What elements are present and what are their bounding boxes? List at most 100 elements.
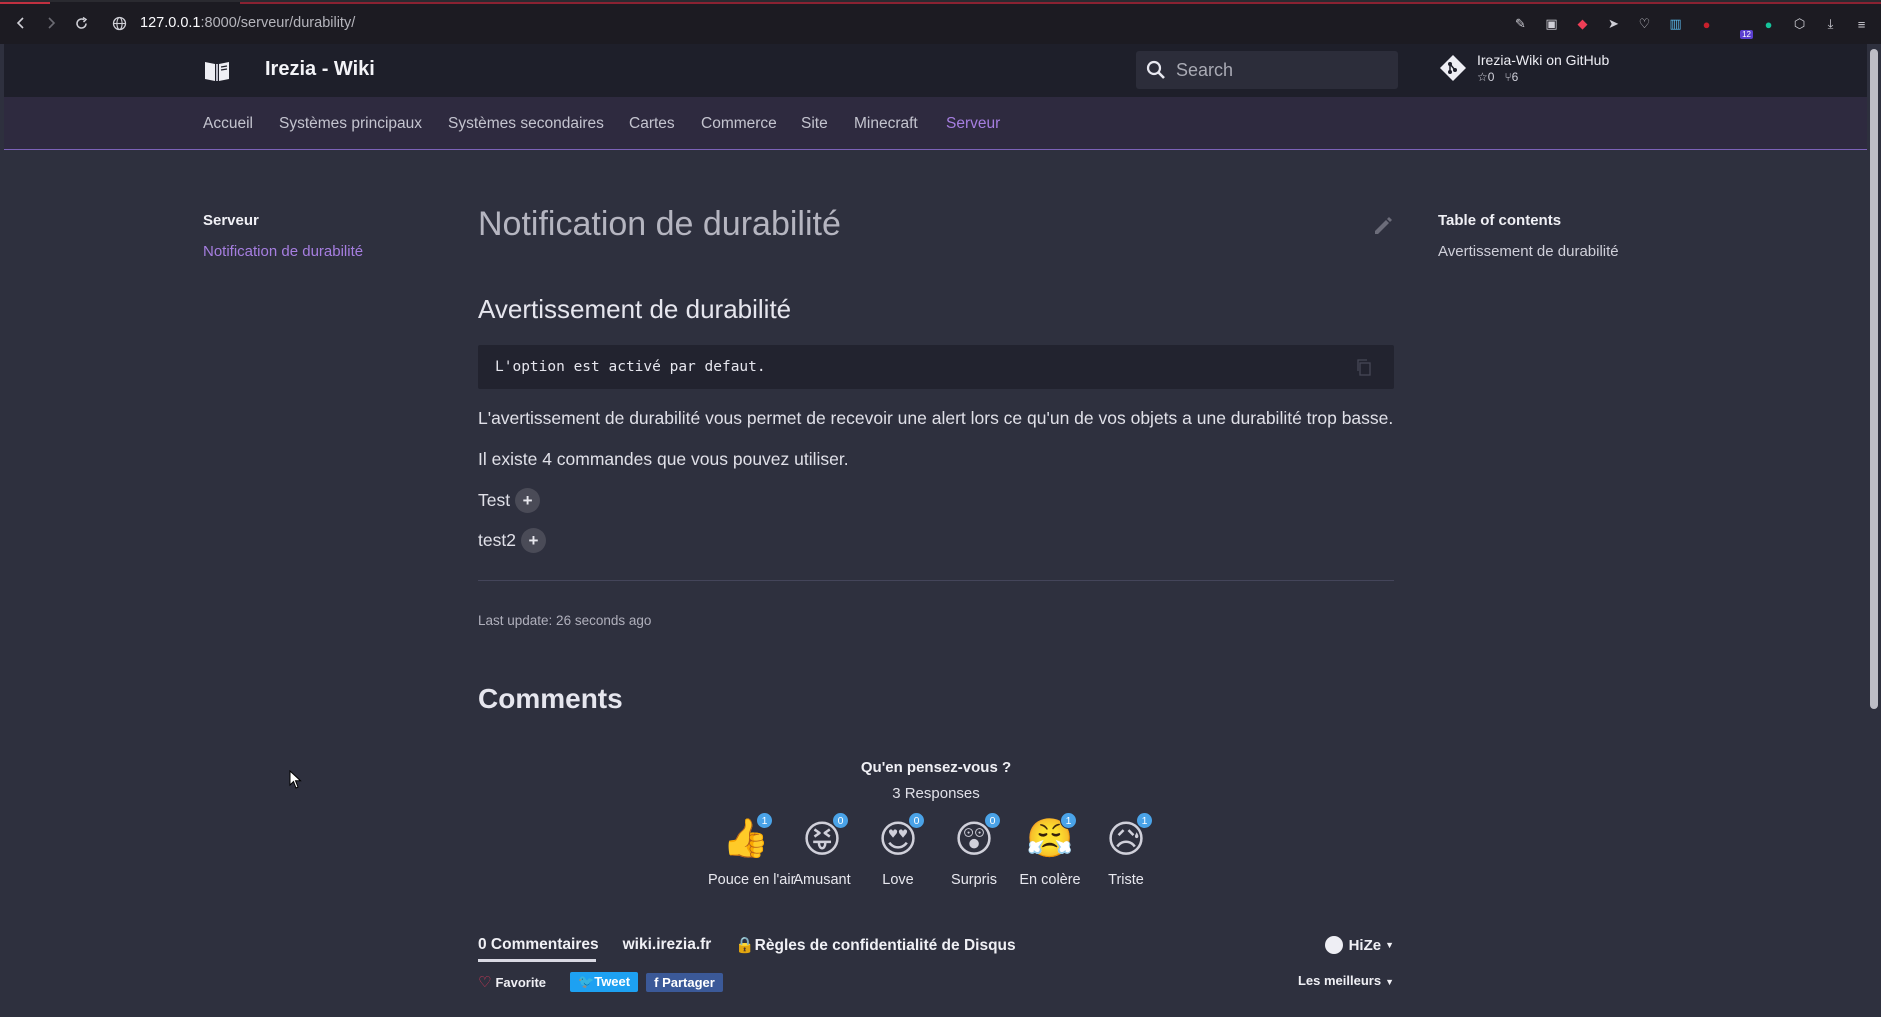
mouse-cursor-icon: [289, 770, 302, 789]
reaction-colere[interactable]: 😤 1 En colère: [1012, 812, 1088, 888]
share-label: Partager: [662, 974, 715, 990]
extension-bars-icon[interactable]: ▥: [1662, 11, 1689, 38]
plus-icon[interactable]: +: [515, 488, 541, 513]
reaction-pouce[interactable]: 👍 1 Pouce en l'air: [708, 812, 796, 888]
reaction-love[interactable]: 😍 0 Love: [860, 812, 936, 888]
tab-cartes[interactable]: Cartes: [629, 115, 675, 133]
repo-name: Irezia-Wiki on GitHub: [1477, 52, 1610, 68]
expandable-test[interactable]: Test +: [478, 488, 1394, 513]
nav-tabs: Accueil Systèmes principaux Systèmes sec…: [4, 97, 1867, 150]
github-repo-link[interactable]: Irezia-Wiki on GitHub ☆0 ⑂6: [1438, 52, 1609, 84]
lock-icon: 🔒: [735, 936, 755, 954]
title-row: Notification de durabilité: [478, 205, 1394, 244]
tab-systemes-secondaires[interactable]: Systèmes secondaires: [448, 115, 604, 133]
reaction-count-badge: 0: [908, 812, 925, 829]
tweet-button[interactable]: 🐦Tweet: [570, 972, 639, 992]
expandable-test2[interactable]: test2 +: [478, 528, 1394, 553]
copy-icon[interactable]: [1356, 359, 1372, 376]
angry-face-icon: 😤 1: [1026, 812, 1077, 862]
sidebar-nav: Serveur Notification de durabilité: [203, 212, 363, 260]
scrollbar-thumb[interactable]: [1870, 49, 1878, 709]
tweet-label: Tweet: [594, 974, 631, 989]
star-count: 0: [1487, 70, 1495, 84]
reaction-count-badge: 1: [1060, 812, 1077, 829]
reload-icon: [75, 16, 87, 29]
tab-serveur[interactable]: Serveur: [946, 115, 1000, 133]
camera-icon[interactable]: ▣: [1538, 11, 1565, 38]
arrow-right-icon: [48, 17, 56, 29]
download-icon[interactable]: ⤓: [1817, 11, 1844, 38]
commands-text: Il existe 4 commandes que vous pouvez ut…: [478, 449, 849, 469]
pencil-icon[interactable]: [1372, 215, 1394, 237]
send-icon[interactable]: ➤: [1600, 11, 1627, 38]
search-box[interactable]: [1136, 51, 1398, 89]
thumbs-up-icon: 👍 1: [722, 812, 773, 862]
forward-button[interactable]: [36, 8, 66, 38]
reaction-label: Amusant: [793, 872, 851, 888]
globe-icon: [106, 10, 132, 36]
chevron-down-icon: ▼: [1385, 977, 1394, 987]
privacy-label: Règles de confidentialité de Disqus: [754, 936, 1016, 954]
sad-face-icon: 😥 1: [1103, 812, 1153, 862]
toolbar-icons: ✎ ▣ ◆ ➤ ♡ ▥ ● 12 ● ⬡ ⤓ ≡: [1507, 2, 1881, 46]
url-bar[interactable]: 127.0.0.1:8000/serveur/durability/: [106, 8, 355, 38]
sidebar-item-durabilite[interactable]: Notification de durabilité: [203, 243, 363, 260]
main-content: Notification de durabilité Avertissement…: [478, 205, 1394, 992]
reaction-count-badge: 1: [1136, 812, 1153, 829]
ublock-icon[interactable]: ●: [1693, 11, 1720, 38]
arrow-left-icon: [16, 17, 24, 29]
scrollbar[interactable]: [1867, 44, 1881, 1017]
url-path: :8000/serveur/durability/: [200, 15, 356, 31]
edit-screenshot-icon[interactable]: ✎: [1507, 11, 1534, 38]
grammar-extension-icon[interactable]: ●: [1755, 11, 1782, 38]
user-menu[interactable]: HiZe ▼: [1324, 935, 1394, 955]
share-button[interactable]: f Partager: [646, 972, 723, 992]
chat-bubble-icon: [1324, 936, 1343, 954]
favorite-button[interactable]: ♡ Favorite: [478, 973, 546, 991]
page-title: Notification de durabilité: [478, 205, 841, 243]
heart-eyes-icon: 😍 0: [875, 812, 925, 862]
last-update: Last update: 26 seconds ago: [478, 613, 652, 628]
pocket-icon[interactable]: ◆: [1569, 11, 1596, 38]
favorite-label: Favorite: [495, 974, 547, 990]
cube-icon[interactable]: ⬡: [1786, 11, 1813, 38]
tab-site[interactable]: Site: [801, 115, 828, 133]
reaction-surpris[interactable]: 😲 0 Surpris: [936, 812, 1012, 888]
menu-icon[interactable]: ≡: [1848, 11, 1875, 38]
sort-dropdown[interactable]: Les meilleurs ▼: [1298, 973, 1394, 988]
tab-comments[interactable]: 0 Commentaires: [478, 936, 599, 954]
search-input[interactable]: [1176, 59, 1376, 81]
tab-accueil[interactable]: Accueil: [203, 115, 253, 133]
tab-systemes-principaux[interactable]: Systèmes principaux: [279, 115, 422, 133]
reaction-amusant[interactable]: 😝 0 Amusant: [784, 812, 860, 888]
reaction-count-badge: 0: [832, 812, 849, 829]
heart-icon[interactable]: ♡: [1631, 11, 1658, 38]
facebook-icon: f: [654, 974, 663, 990]
reaction-label: Love: [882, 872, 914, 888]
plus-icon[interactable]: +: [520, 528, 546, 553]
tab-site-community[interactable]: wiki.irezia.fr: [623, 936, 712, 954]
star-icon: ☆: [1477, 70, 1488, 84]
reaction-count: 3 Responses: [892, 785, 980, 802]
back-button[interactable]: [6, 8, 36, 38]
chevron-down-icon: ▼: [1385, 940, 1394, 950]
reaction-triste[interactable]: 😥 1 Triste: [1088, 812, 1164, 888]
site-title[interactable]: Irezia - Wiki: [265, 58, 375, 81]
extension-counter-icon[interactable]: 12: [1724, 11, 1753, 39]
description-text: L'avertissement de durabilité vous perme…: [478, 408, 1394, 428]
privacy-link[interactable]: 🔒Règles de confidentialité de Disqus: [735, 936, 1015, 955]
fork-icon: ⑂: [1504, 70, 1512, 84]
disqus-actions: ♡ Favorite 🐦Tweet f Partager Les meilleur…: [478, 972, 1394, 992]
reaction-label: En colère: [1019, 872, 1081, 888]
reload-button[interactable]: [66, 8, 96, 38]
disqus-tab-underline: [478, 959, 596, 962]
repo-stats: ☆0 ⑂6: [1477, 70, 1609, 84]
book-icon[interactable]: [204, 59, 230, 83]
tab-minecraft[interactable]: Minecraft: [854, 115, 918, 133]
toc-item-avertissement[interactable]: Avertissement de durabilité: [1438, 243, 1619, 260]
reaction-label: Pouce en l'air: [708, 872, 796, 888]
reaction-question: Qu'en pensez-vous ?: [860, 759, 1012, 776]
tab-commerce[interactable]: Commerce: [701, 115, 777, 133]
url-host: 127.0.0.1: [140, 15, 201, 31]
section-heading: Avertissement de durabilité: [478, 294, 792, 324]
